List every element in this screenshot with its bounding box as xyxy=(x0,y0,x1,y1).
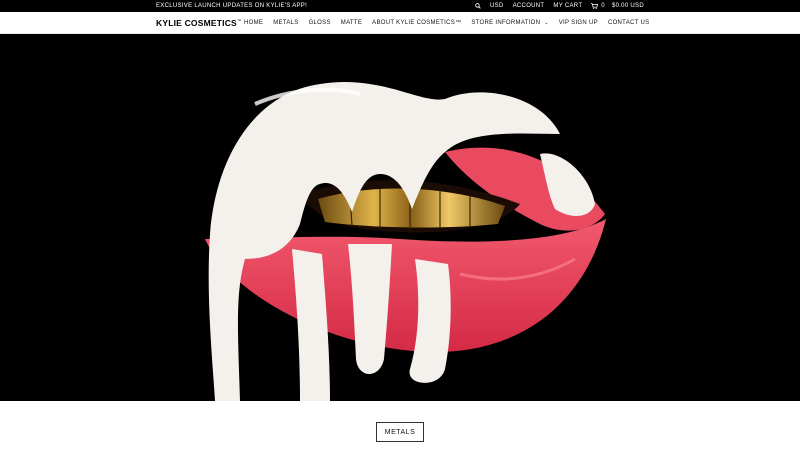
hero-banner[interactable] xyxy=(0,34,800,401)
site-logo[interactable]: KYLIE COSMETICS™ xyxy=(156,18,241,28)
my-cart-link[interactable]: MY CART xyxy=(553,3,582,9)
main-header: KYLIE COSMETICS™ HOME METALS GLOSS MATTE… xyxy=(0,12,800,34)
chevron-down-icon: ⌄ xyxy=(544,20,549,26)
nav-item-gloss[interactable]: GLOSS xyxy=(309,20,331,26)
logo-trademark: ™ xyxy=(236,18,242,23)
hero-lips-image xyxy=(0,34,800,401)
nav-item-store-information[interactable]: STORE INFORMATION ⌄ xyxy=(471,20,548,26)
main-nav: HOME METALS GLOSS MATTE ABOUT KYLIE COSM… xyxy=(244,20,649,26)
cart-count: 0 xyxy=(601,3,605,9)
utility-links: USD ACCOUNT MY CART 0 $0.00 USD xyxy=(475,3,644,9)
collection-section: METALS xyxy=(0,401,800,450)
promo-text[interactable]: EXCLUSIVE LAUNCH UPDATES ON KYLIE'S APP! xyxy=(156,3,307,9)
logo-text: KYLIE COSMETICS xyxy=(156,18,237,28)
announcement-bar: EXCLUSIVE LAUNCH UPDATES ON KYLIE'S APP!… xyxy=(0,0,800,12)
cart-summary[interactable]: 0 $0.00 USD xyxy=(591,3,644,9)
nav-item-matte[interactable]: MATTE xyxy=(341,20,362,26)
nav-item-home[interactable]: HOME xyxy=(244,20,263,26)
nav-item-contact-us[interactable]: CONTACT US xyxy=(608,20,649,26)
nav-item-metals[interactable]: METALS xyxy=(273,20,298,26)
nav-item-store-label: STORE INFORMATION xyxy=(471,20,541,26)
nav-item-vip-sign-up[interactable]: VIP SIGN UP xyxy=(559,20,598,26)
metals-collection-button[interactable]: METALS xyxy=(376,422,424,442)
nav-item-about[interactable]: ABOUT KYLIE COSMETICS™ xyxy=(372,20,461,26)
search-icon[interactable] xyxy=(475,3,481,9)
cart-icon xyxy=(591,3,599,9)
cart-total: $0.00 USD xyxy=(611,3,644,9)
account-link[interactable]: ACCOUNT xyxy=(513,3,545,9)
currency-selector[interactable]: USD xyxy=(490,3,504,9)
